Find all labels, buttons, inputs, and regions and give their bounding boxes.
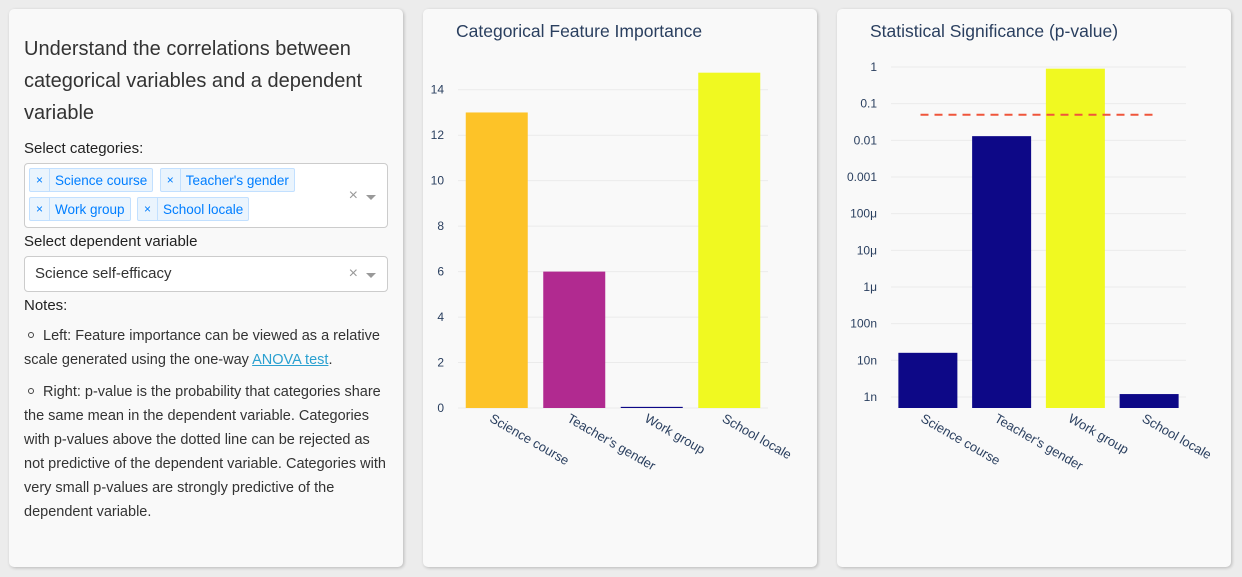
y-tick-label: 1n [864, 390, 877, 404]
tag-label: School locale [162, 201, 244, 217]
y-tick-label: 10n [857, 353, 877, 367]
y-tick-label: 6 [437, 265, 444, 279]
y-tick-label: 0.001 [847, 170, 877, 184]
y-tick-label: 4 [437, 310, 444, 324]
remove-tag-icon[interactable]: × [138, 198, 158, 220]
x-tick-label: Work group [642, 411, 707, 457]
remove-tag-icon[interactable]: × [30, 198, 50, 220]
x-tick-label: School locale [1140, 411, 1214, 463]
bar-school-locale [1119, 394, 1179, 408]
y-tick-label: 0.1 [860, 97, 877, 111]
y-tick-label: 10μ [857, 243, 877, 257]
bar-teacher-s-gender [543, 271, 606, 408]
x-tick-label: Work group [1066, 411, 1131, 457]
tag-work-group: × Work group [29, 197, 131, 221]
tag-label: Teacher's gender [185, 172, 289, 188]
tag-science-course: × Science course [29, 168, 154, 192]
notes-list: Left: Feature importance can be viewed a… [24, 324, 388, 524]
x-tick-label: Science course [487, 411, 571, 468]
chart-title: Statistical Significance (p-value) [870, 21, 1118, 41]
bar-work-group [1045, 68, 1105, 409]
y-tick-label: 1μ [863, 280, 877, 294]
note-left-end: . [328, 352, 333, 368]
bar-school-locale [698, 72, 761, 408]
p-value-chart: Statistical Significance (p-value) 1n 10n 1… [847, 21, 1214, 474]
bar-work-group [620, 406, 683, 408]
categories-label: Select categories: [24, 140, 144, 157]
dependent-value: Science self-efficacy [35, 265, 172, 282]
bullet-icon [28, 388, 34, 395]
y-tick-label: 8 [437, 219, 444, 233]
anova-test-link[interactable]: ANOVA test [252, 352, 328, 368]
feature-importance-card: Categorical Feature Importance 0 2 4 6 8 10 12 1… [423, 9, 817, 567]
feature-importance-chart: Categorical Feature Importance 0 2 4 6 8 10 12 1… [431, 21, 795, 474]
notes-label: Notes: [24, 297, 68, 314]
note-right-text: Right: p-value is the probability that c… [24, 384, 386, 520]
clear-icon[interactable]: × [349, 265, 358, 283]
bullet-icon [28, 332, 34, 339]
tag-label: Work group [55, 201, 125, 217]
chevron-down-icon[interactable] [366, 194, 376, 200]
y-tick-label: 10 [431, 174, 445, 188]
tag-school-locale: × School locale [136, 197, 250, 221]
tag-teachers-gender: × Teacher's gender [159, 168, 295, 192]
remove-tag-icon[interactable]: × [161, 169, 181, 191]
y-tick-label: 2 [437, 356, 444, 370]
tag-label: Science course [55, 172, 148, 188]
y-tick-label: 0.01 [854, 133, 878, 147]
note-left: Left: Feature importance can be viewed a… [24, 324, 388, 372]
x-tick-label: School locale [720, 411, 794, 463]
categories-multiselect[interactable]: × Science course × Teacher's gender × Wo… [24, 163, 388, 228]
chevron-down-icon[interactable] [366, 273, 376, 278]
remove-tag-icon[interactable]: × [30, 169, 50, 191]
x-tick-label: Science course [918, 411, 1002, 468]
panel-heading: Understand the correlations between cate… [24, 38, 363, 124]
y-tick-label: 14 [431, 83, 445, 97]
y-tick-label: 100μ [850, 207, 877, 221]
y-tick-label: 1 [870, 60, 877, 74]
bar-science-course [898, 352, 958, 408]
dependent-label: Select dependent variable [24, 233, 198, 250]
p-value-card: Statistical Significance (p-value) 1n 10n 1… [837, 9, 1231, 567]
clear-all-icon[interactable]: × [349, 187, 358, 205]
controls-panel: Understand the correlations between cate… [9, 9, 403, 567]
bar-teacher-s-gender [972, 136, 1032, 408]
note-right: Right: p-value is the probability that c… [24, 380, 388, 524]
bar-science-course [465, 112, 528, 408]
y-tick-label: 0 [437, 401, 444, 415]
dependent-variable-select[interactable]: Science self-efficacy × [24, 256, 388, 292]
y-tick-label: 100n [850, 317, 877, 331]
chart-title: Categorical Feature Importance [456, 21, 702, 41]
y-tick-label: 12 [431, 128, 445, 142]
